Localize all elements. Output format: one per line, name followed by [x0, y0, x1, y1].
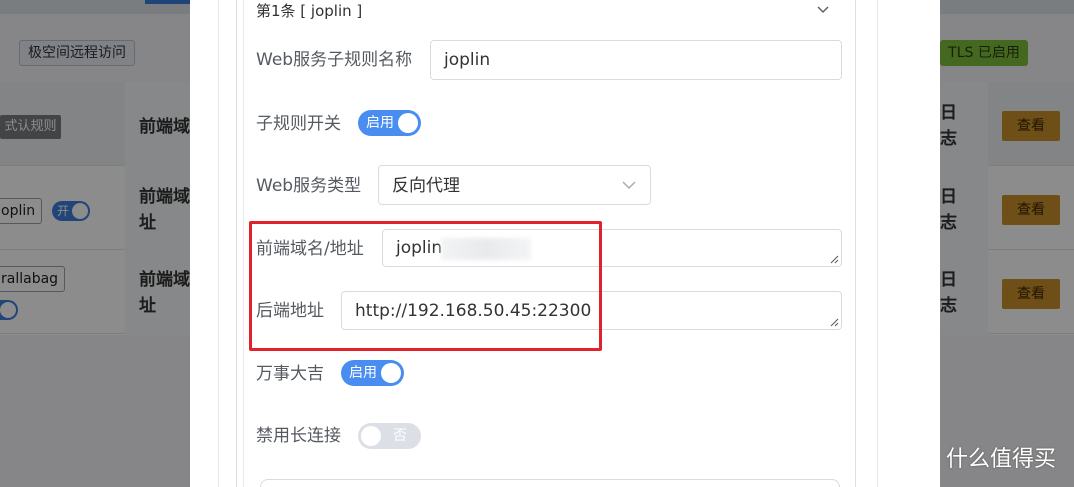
modal-divider [218, 0, 219, 487]
keepalive-label: 禁用长连接 [256, 426, 341, 446]
service-type-value: 反向代理 [392, 176, 460, 196]
subrule-switch-label: 子规则开关 [256, 114, 341, 134]
watermark-logo-icon: 值 [909, 445, 937, 476]
switch-knob [381, 363, 401, 383]
subrule-switch-text: 启用 [366, 115, 394, 131]
keepalive-switch[interactable]: 否 [358, 423, 421, 449]
card-border [243, 0, 244, 487]
service-type-select[interactable]: 反向代理 [378, 165, 651, 205]
wanshi-switch[interactable]: 启用 [341, 360, 404, 386]
service-type-label: Web服务类型 [256, 176, 362, 196]
resize-handle-icon[interactable] [830, 255, 839, 264]
svg-text:值: 值 [916, 452, 929, 468]
wanshi-label: 万事大吉 [256, 364, 324, 384]
resize-handle-icon[interactable] [830, 318, 839, 327]
subrule-switch[interactable]: 启用 [358, 110, 421, 136]
subrule-card-title: 第1条 [ joplin ] [256, 2, 363, 20]
chevron-down-icon[interactable] [816, 3, 830, 17]
highlight-box [249, 221, 602, 351]
keepalive-switch-text: 否 [393, 428, 407, 444]
subrule-name-value: joplin [444, 50, 491, 70]
modal-divider [877, 0, 878, 487]
next-field-input[interactable] [260, 479, 840, 487]
subrule-name-label: Web服务子规则名称 [256, 50, 413, 70]
watermark-text: 什么值得买 [946, 447, 1057, 472]
switch-knob [361, 426, 381, 446]
watermark: 值 什么值得买 [906, 444, 1066, 476]
chevron-down-icon [622, 181, 636, 190]
subrule-name-input[interactable]: joplin [430, 40, 842, 80]
wanshi-switch-text: 启用 [349, 365, 377, 381]
switch-knob [398, 113, 418, 133]
